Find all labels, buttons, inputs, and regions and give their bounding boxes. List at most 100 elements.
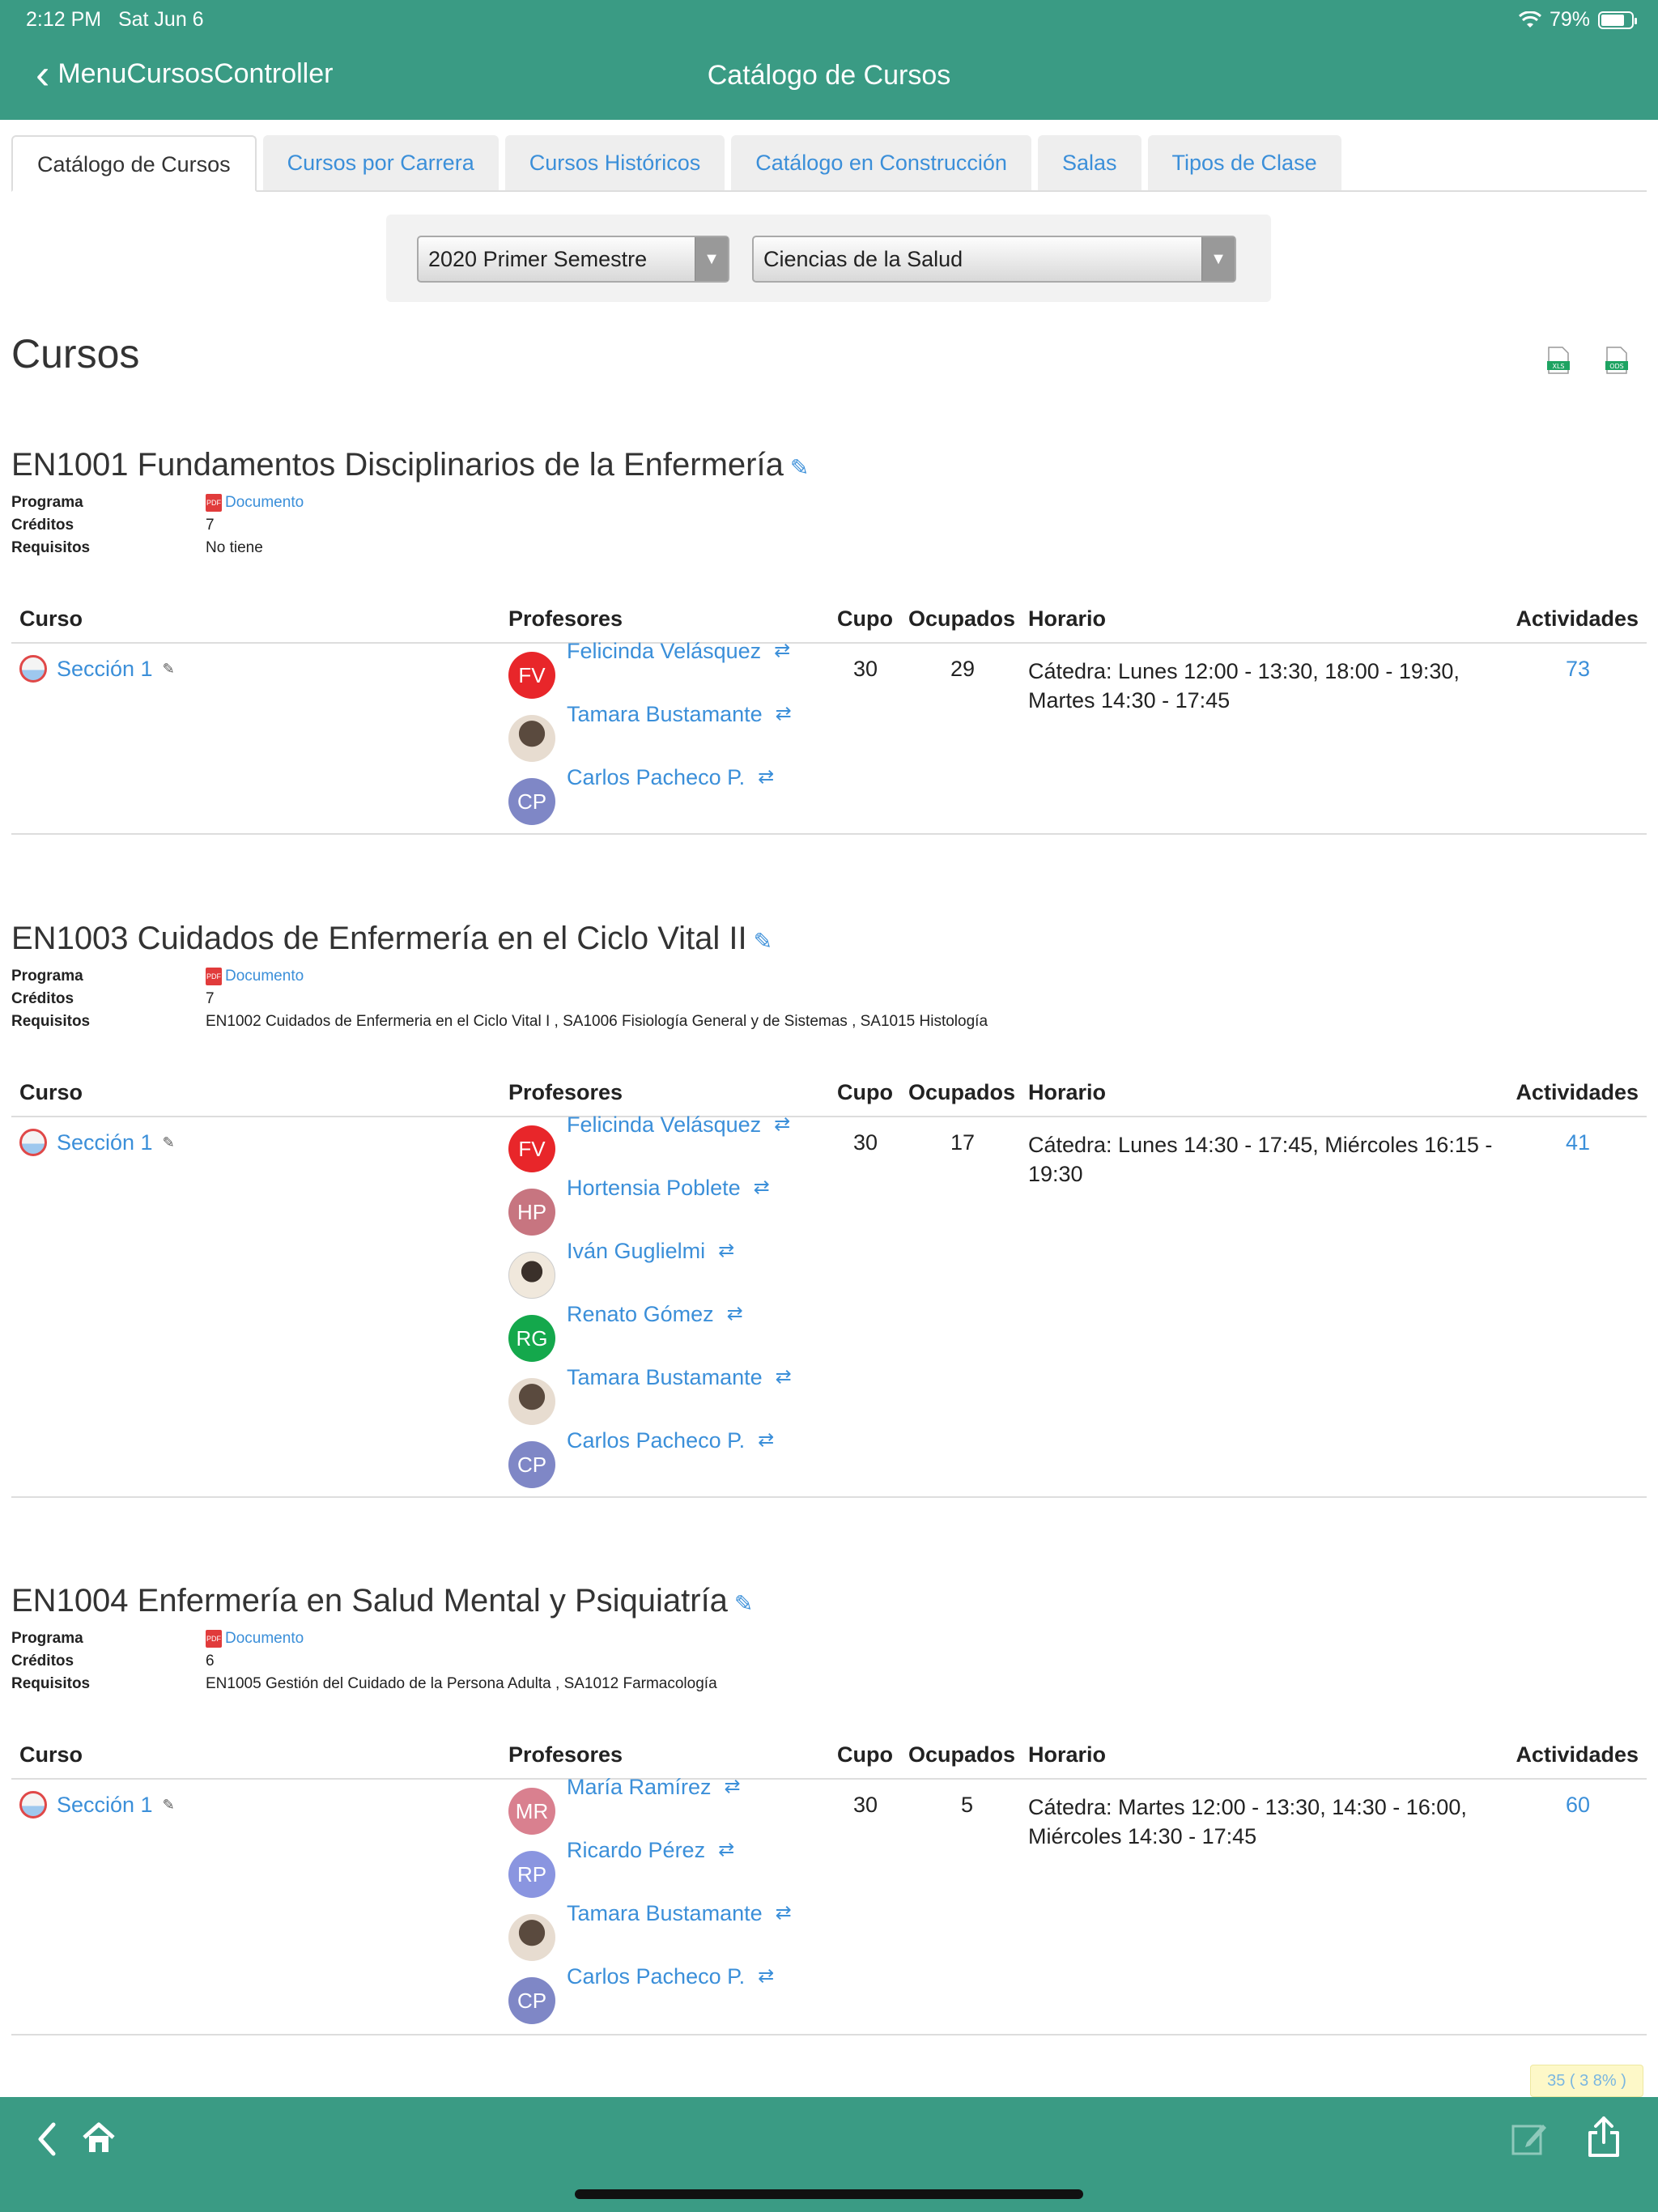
tab-cursos-historicos[interactable]: Cursos Históricos (504, 135, 725, 190)
col-actividades: Actividades (1516, 1742, 1639, 1767)
programa-label: Programa (11, 968, 83, 985)
share-icon[interactable] (1585, 2115, 1622, 2159)
edit-pencil-icon[interactable]: ✎ (734, 1591, 753, 1616)
course-title-text: EN1003 Cuidados de Enfermería en el Cicl… (11, 921, 747, 956)
professor-name[interactable]: Carlos Pacheco P. (567, 1964, 745, 1989)
professor-name[interactable]: Ricardo Pérez (567, 1838, 705, 1863)
edit-pencil-icon[interactable]: ✎ (790, 455, 809, 480)
course-meta: Programa PDF Documento Créditos 6 Requisito… (11, 1627, 1647, 1695)
creditos-value: 7 (206, 990, 215, 1007)
export-xls-icon[interactable]: XLS (1546, 347, 1571, 374)
documento-link[interactable]: PDF Documento (206, 1630, 304, 1648)
globe-icon (19, 655, 47, 683)
professor-name[interactable]: Carlos Pacheco P. (567, 1428, 745, 1453)
professor-item: FV Felicinda Velásquez ⇄ (508, 639, 792, 702)
table-row: Sección 1 ✎ FV Felicinda Velásquez ⇄ HP Hort… (11, 1112, 1647, 1498)
edit-pencil-icon[interactable]: ✎ (163, 661, 175, 678)
swap-icon[interactable]: ⇄ (774, 1112, 790, 1136)
actividades-link[interactable]: 60 (1566, 1793, 1590, 1818)
documento-link[interactable]: PDF Documento (206, 968, 304, 985)
seccion-link[interactable]: Sección 1 ✎ (19, 1791, 175, 1819)
seccion-link[interactable]: Sección 1 ✎ (19, 655, 175, 683)
horario-value: Cátedra: Lunes 14:30 - 17:45, Miércoles … (1028, 1133, 1493, 1186)
pdf-icon: PDF (206, 1630, 222, 1648)
creditos-value: 7 (206, 517, 215, 534)
actividades-link[interactable]: 73 (1566, 657, 1590, 682)
col-cupo: Cupo (837, 1742, 893, 1767)
col-cupo: Cupo (837, 606, 893, 631)
export-ods-icon[interactable]: ODS (1605, 347, 1629, 374)
professor-name[interactable]: Tamara Bustamante (567, 1901, 763, 1926)
swap-icon[interactable]: ⇄ (776, 702, 792, 725)
home-indicator[interactable] (575, 2189, 1083, 2199)
chevron-left-icon[interactable] (34, 2121, 60, 2157)
export-xls-label: XLS (1552, 363, 1564, 370)
area-select[interactable]: Ciencias de la Salud ▼ (752, 236, 1236, 283)
professor-name[interactable]: Tamara Bustamante (567, 1365, 763, 1390)
status-time-date: 2:12 PM Sat Jun 6 (26, 8, 204, 32)
filter-panel: 2020 Primer Semestre ▼ Ciencias de la Sa… (386, 215, 1271, 302)
tab-catalogo-de-cursos[interactable]: Catálogo de Cursos (11, 135, 257, 192)
programa-label: Programa (11, 494, 83, 511)
swap-icon[interactable]: ⇄ (727, 1302, 743, 1325)
professor-name[interactable]: Iván Guglielmi (567, 1239, 705, 1264)
avatar: CP (508, 1977, 555, 2024)
documento-link[interactable]: PDF Documento (206, 494, 304, 512)
professor-name[interactable]: Felicinda Velásquez (567, 1112, 761, 1138)
professor-item: Tamara Bustamante ⇄ (508, 1901, 792, 1964)
swap-icon[interactable]: ⇄ (758, 1964, 774, 1988)
creditos-label: Créditos (11, 1653, 74, 1670)
edit-pencil-icon[interactable]: ✎ (754, 929, 772, 954)
semester-select-value: 2020 Primer Semestre (428, 247, 648, 271)
swap-icon[interactable]: ⇄ (758, 1428, 774, 1452)
battery-percent: 79% (1549, 8, 1590, 31)
cupo-value: 30 (853, 1130, 878, 1155)
col-cupo: Cupo (837, 1080, 893, 1104)
col-actividades: Actividades (1516, 606, 1639, 631)
col-curso: Curso (19, 1080, 83, 1104)
swap-icon[interactable]: ⇄ (776, 1901, 792, 1925)
col-actividades: Actividades (1516, 1080, 1639, 1104)
export-ods-label: ODS (1609, 363, 1624, 370)
wifi-icon (1518, 11, 1541, 28)
professor-name[interactable]: Renato Gómez (567, 1302, 714, 1327)
semester-select[interactable]: 2020 Primer Semestre ▼ (417, 236, 729, 283)
swap-icon[interactable]: ⇄ (754, 1176, 770, 1199)
avatar: FV (508, 652, 555, 699)
tab-tipos-de-clase[interactable]: Tipos de Clase (1147, 135, 1341, 190)
swap-icon[interactable]: ⇄ (718, 1838, 734, 1861)
edit-pencil-icon[interactable]: ✎ (163, 1797, 175, 1814)
swap-icon[interactable]: ⇄ (774, 639, 790, 662)
status-date: Sat Jun 6 (117, 8, 204, 31)
edit-pencil-icon[interactable]: ✎ (163, 1134, 175, 1151)
actividades-link[interactable]: 41 (1566, 1130, 1590, 1155)
tab-cursos-por-carrera[interactable]: Cursos por Carrera (262, 135, 499, 190)
col-horario: Horario (1028, 606, 1107, 631)
professor-name[interactable]: Carlos Pacheco P. (567, 765, 745, 790)
area-select-value: Ciencias de la Salud (763, 247, 963, 271)
swap-icon[interactable]: ⇄ (776, 1365, 792, 1389)
professor-name[interactable]: María Ramírez (567, 1775, 712, 1800)
professor-name[interactable]: Hortensia Poblete (567, 1176, 741, 1201)
seccion-link[interactable]: Sección 1 ✎ (19, 1129, 175, 1156)
requisitos-label: Requisitos (11, 1675, 91, 1692)
home-icon[interactable] (81, 2120, 117, 2155)
requisitos-value: EN1005 Gestión del Cuidado de la Persona… (206, 1675, 717, 1692)
page-title: Cursos (11, 331, 140, 376)
navigation-bar: 2:12 PM Sat Jun 6 79% ‹ MenuCursosContro… (0, 0, 1658, 120)
compose-icon[interactable] (1511, 2120, 1548, 2157)
avatar: MR (508, 1788, 555, 1835)
tab-salas[interactable]: Salas (1037, 135, 1141, 190)
professor-list: MR María Ramírez ⇄ RP Ricardo Pérez ⇄ Tamara… (508, 1775, 792, 2027)
col-profesores: Profesores (508, 1080, 623, 1104)
swap-icon[interactable]: ⇄ (718, 1239, 734, 1262)
professor-name[interactable]: Tamara Bustamante (567, 702, 763, 727)
tab-catalogo-en-construccion[interactable]: Catálogo en Construcción (731, 135, 1031, 190)
tab-bar: Catálogo de Cursos Cursos por Carrera Cu… (11, 135, 1647, 192)
requisitos-value: EN1002 Cuidados de Enfermeria en el Cicl… (206, 1013, 988, 1030)
documento-label: Documento (225, 968, 304, 985)
swap-icon[interactable]: ⇄ (725, 1775, 741, 1798)
swap-icon[interactable]: ⇄ (758, 765, 774, 789)
professor-name[interactable]: Felicinda Velásquez (567, 639, 761, 664)
programa-label: Programa (11, 1630, 83, 1647)
